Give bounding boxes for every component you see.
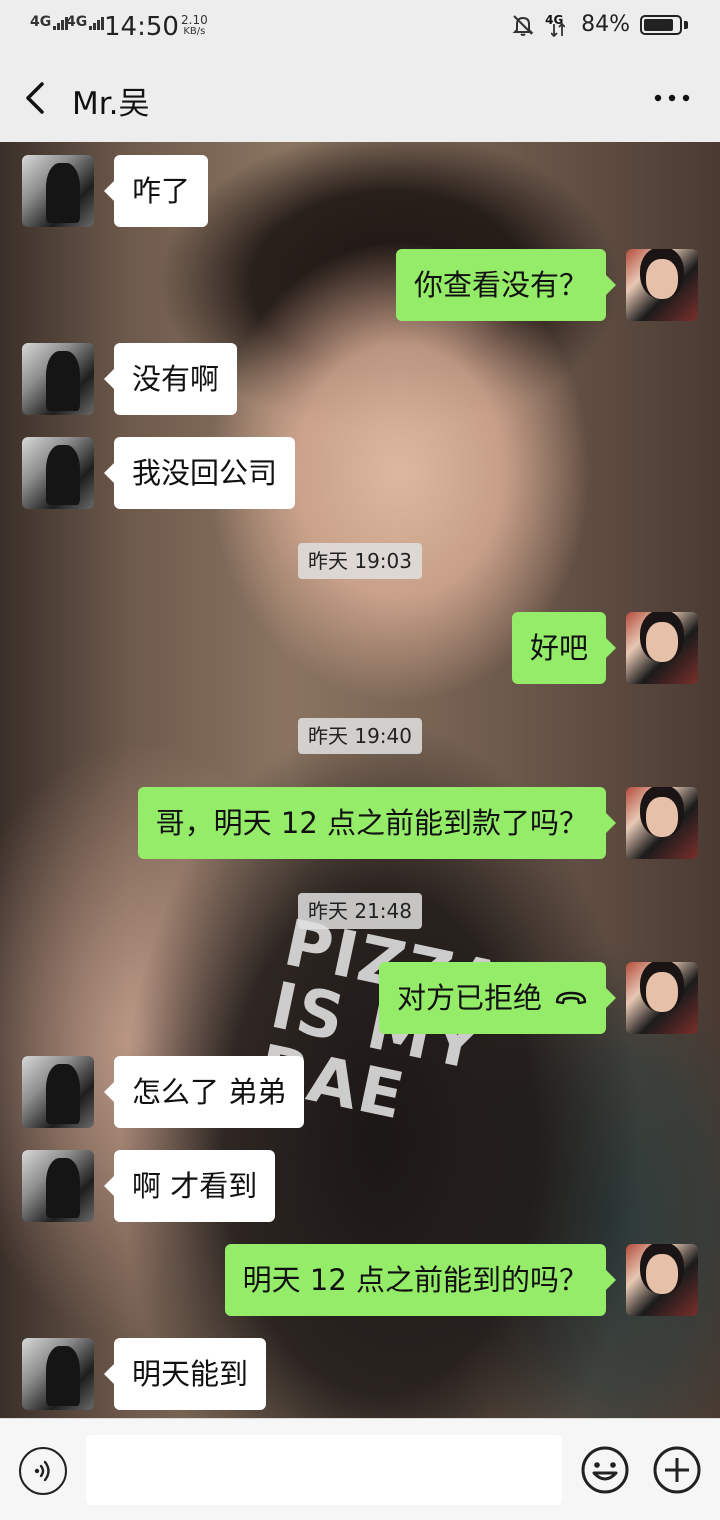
message-bubble-sent[interactable]: 你查看没有？ (395, 249, 617, 321)
network-speed-value: 2.10 (181, 13, 208, 27)
signal-icon (89, 14, 105, 30)
emoji-icon[interactable] (580, 1445, 630, 1495)
battery-percent: 84% (581, 12, 630, 37)
plus-icon[interactable] (652, 1445, 702, 1495)
message-timestamp: 昨天 19:40 (298, 718, 422, 754)
signal-2-label: 4G (66, 14, 88, 30)
call-declined-bubble[interactable]: 对方已拒绝 (378, 962, 617, 1034)
contact-avatar[interactable] (22, 1150, 94, 1222)
my-avatar[interactable] (626, 962, 698, 1034)
status-time: 14:50 (104, 12, 179, 42)
page-title: Mr.吴 (72, 86, 150, 122)
message-bubble-sent[interactable]: 哥，明天 12 点之前能到款了吗？ (137, 787, 617, 859)
contact-avatar[interactable] (22, 1056, 94, 1128)
battery-fill (644, 18, 673, 31)
my-avatar[interactable] (626, 787, 698, 859)
chat-area[interactable]: PIZZA IS MY BAE 咋了 你查看没有？ 没有啊 我没回公司 昨天 1… (0, 142, 720, 1418)
my-avatar[interactable] (626, 1244, 698, 1316)
message-bubble-received[interactable]: 我没回公司 (103, 437, 296, 509)
message-bubble-received[interactable]: 明天能到 (103, 1338, 267, 1410)
message-bubble-sent[interactable]: 好吧 (511, 612, 617, 684)
input-bar (0, 1418, 720, 1520)
status-bar: 4G 4G 14:50 2.10 KB/s 4G 84% (0, 0, 720, 56)
call-declined-label: 对方已拒绝 (396, 981, 542, 1015)
message-bubble-received[interactable]: 啊 才看到 (103, 1150, 276, 1222)
contact-avatar[interactable] (22, 1338, 94, 1410)
battery-icon (640, 13, 690, 37)
signal-2: 4G (66, 14, 105, 30)
my-avatar[interactable] (626, 249, 698, 321)
message-bubble-sent[interactable]: 明天 12 点之前能到的吗？ (224, 1244, 617, 1316)
hangup-phone-icon (555, 991, 587, 1005)
contact-avatar[interactable] (22, 437, 94, 509)
message-bubble-received[interactable]: 没有啊 (103, 343, 238, 415)
signal-1: 4G (30, 14, 69, 30)
my-avatar[interactable] (626, 612, 698, 684)
chevron-left-icon[interactable] (18, 80, 54, 116)
message-bubble-received[interactable]: 怎么了 弟弟 (103, 1056, 305, 1128)
message-bubble-received[interactable]: 咋了 (103, 155, 209, 227)
contact-avatar[interactable] (22, 155, 94, 227)
network-speed-unit: KB/s (183, 26, 206, 37)
message-input[interactable] (86, 1435, 562, 1505)
status-right: 4G 84% (511, 12, 690, 37)
message-timestamp: 昨天 21:48 (298, 893, 422, 929)
mute-bell-icon (512, 14, 534, 36)
network-speed: 2.10 KB/s (181, 14, 208, 38)
voice-icon (34, 1460, 50, 1482)
network-4g-icon: 4G (545, 13, 571, 37)
contact-avatar[interactable] (22, 343, 94, 415)
voice-button[interactable] (19, 1447, 67, 1495)
signal-1-label: 4G (30, 14, 52, 30)
chat-header: Mr.吴 (0, 56, 720, 142)
message-timestamp: 昨天 19:03 (298, 543, 422, 579)
more-dots-icon[interactable] (654, 90, 690, 106)
